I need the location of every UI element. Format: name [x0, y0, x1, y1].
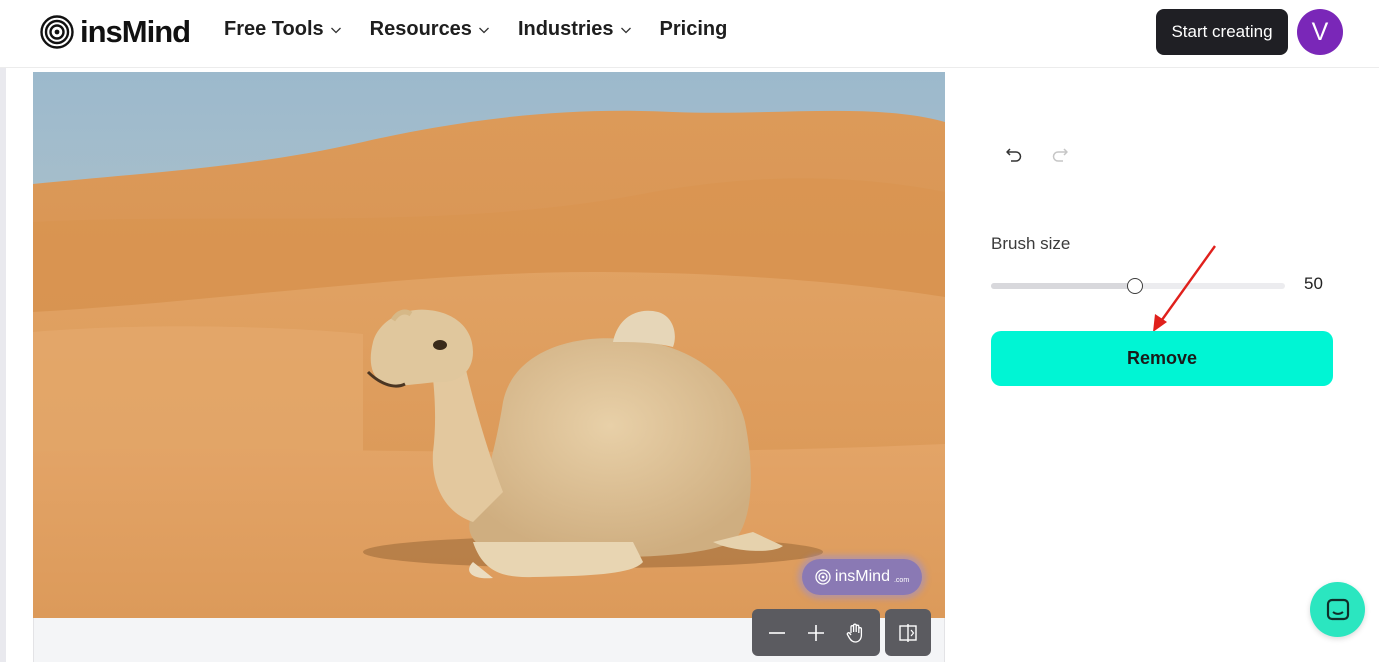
image-canvas[interactable] — [33, 72, 945, 618]
zoom-out-button[interactable] — [760, 616, 794, 650]
compare-button[interactable] — [885, 609, 931, 656]
chevron-down-icon — [478, 27, 489, 33]
nav-pricing[interactable]: Pricing — [660, 18, 728, 41]
redo-button[interactable] — [1046, 140, 1074, 168]
pan-hand-button[interactable] — [838, 616, 872, 650]
slider-thumb[interactable] — [1127, 278, 1144, 294]
logo-spiral-icon — [815, 569, 831, 585]
logo-spiral-icon — [40, 15, 74, 49]
nav-industries[interactable]: Industries — [518, 18, 632, 41]
brush-size-value: 50 — [1304, 274, 1323, 293]
zoom-out-icon — [769, 631, 786, 634]
slider-fill — [991, 283, 1136, 289]
nav-label: Industries — [517, 18, 614, 40]
insmind-logo[interactable]: insMind — [40, 14, 191, 50]
start-creating-button[interactable]: Start creating — [1156, 9, 1288, 55]
logo-text: insMind — [80, 14, 191, 49]
nav-label: Resources — [369, 18, 472, 40]
chevron-down-icon — [330, 27, 341, 33]
brush-size-label: Brush size — [991, 234, 1071, 253]
chat-icon — [1326, 598, 1349, 620]
redo-icon — [1052, 148, 1068, 162]
nav-label: Free Tools — [224, 18, 324, 40]
brush-size-slider[interactable] — [991, 278, 1285, 294]
main-nav: Free Tools Resources Industries Pricing — [224, 18, 727, 41]
insmind-watermark: insMind .com — [802, 559, 922, 595]
left-sidebar-edge — [0, 68, 6, 662]
watermark-suffix: .com — [893, 576, 910, 584]
top-navbar: insMind Free Tools Resources Industries … — [0, 0, 1379, 68]
nav-free-tools[interactable]: Free Tools — [224, 18, 342, 41]
undo-icon — [1006, 148, 1022, 162]
hand-icon — [846, 623, 862, 643]
annotation-arrow — [1153, 245, 1216, 332]
zoom-in-button[interactable] — [799, 616, 833, 650]
camel-desert-image — [33, 72, 945, 618]
compare-icon — [899, 623, 917, 642]
nav-label: Pricing — [659, 18, 728, 40]
zoom-toolbar — [752, 609, 880, 656]
nav-resources[interactable]: Resources — [370, 18, 490, 41]
undo-button[interactable] — [1000, 140, 1028, 168]
chevron-down-icon — [620, 27, 631, 33]
remove-button[interactable]: Remove — [991, 331, 1333, 386]
chat-support-button[interactable] — [1310, 582, 1365, 637]
watermark-text: insMind — [834, 568, 890, 585]
zoom-in-icon — [807, 624, 824, 641]
user-avatar[interactable]: V — [1297, 9, 1343, 55]
